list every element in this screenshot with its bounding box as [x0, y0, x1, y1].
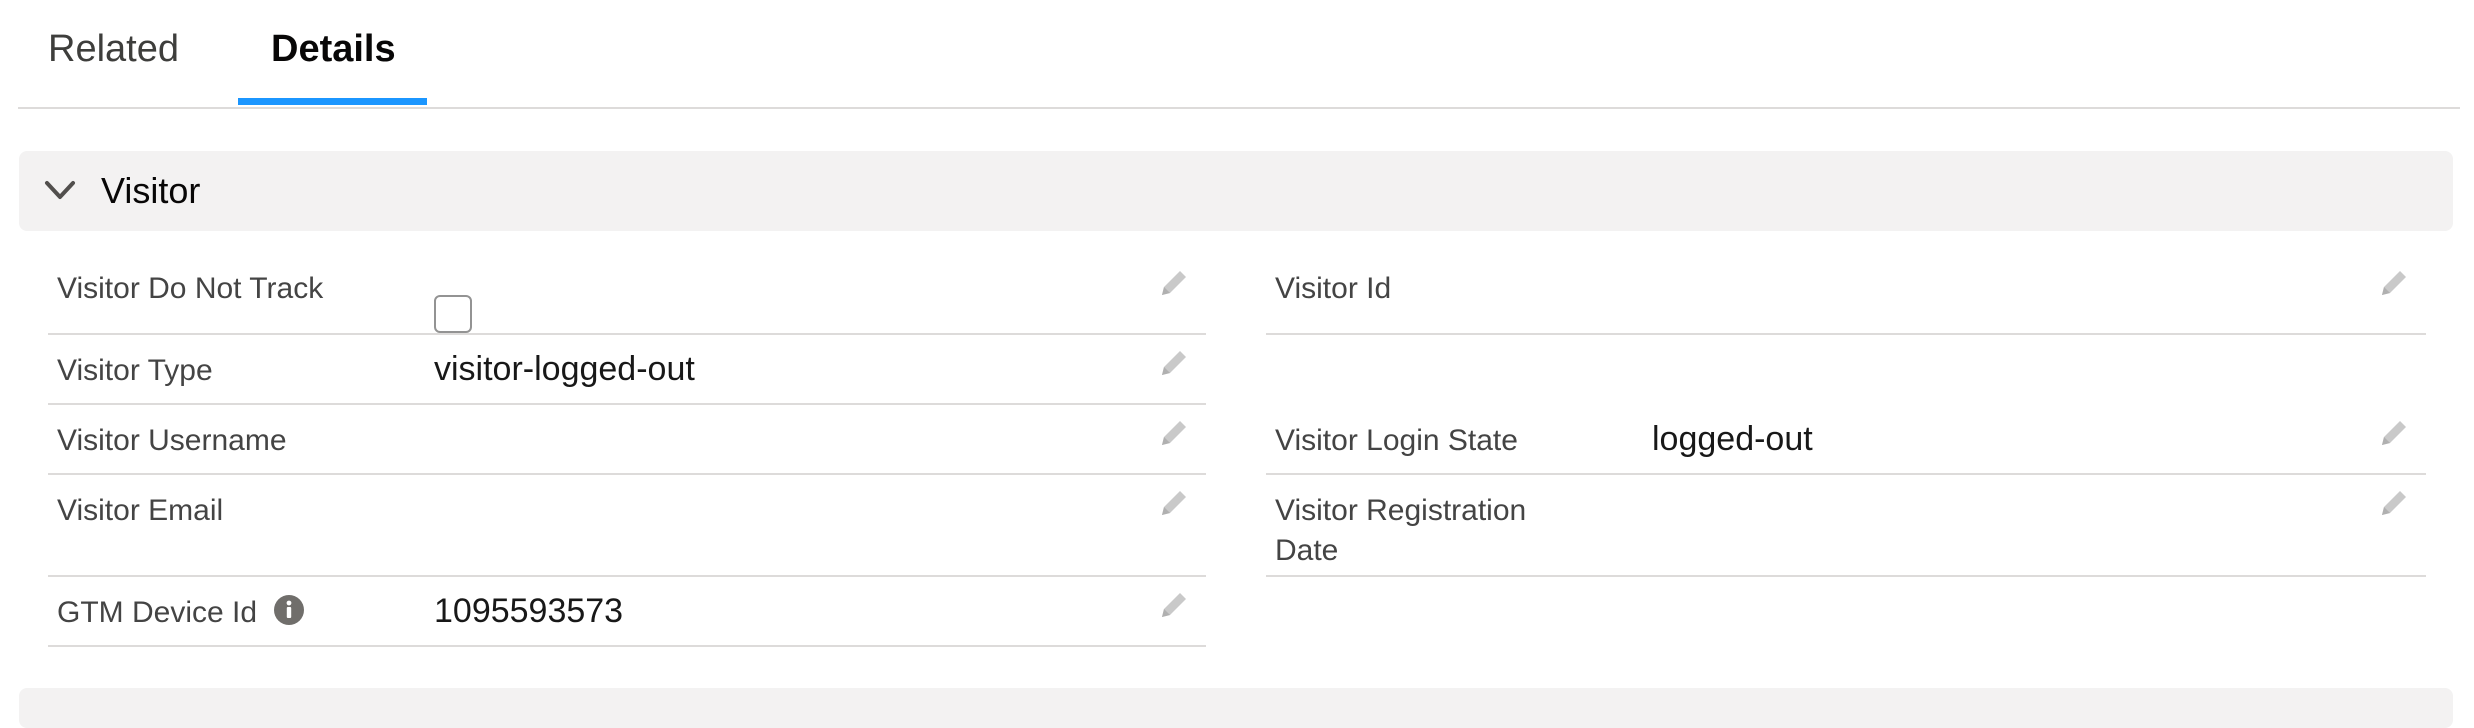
tab-bar: Related Details	[18, 0, 2460, 109]
tab-related[interactable]: Related	[48, 28, 179, 71]
section-title: Visitor	[101, 170, 201, 211]
pencil-icon[interactable]	[1158, 417, 1190, 449]
pencil-icon[interactable]	[2378, 417, 2410, 449]
field-label-line2: Date	[1275, 534, 1339, 567]
field-label: Visitor Id	[1275, 272, 1392, 305]
pencil-icon[interactable]	[1158, 267, 1190, 299]
field-label: Visitor Email	[57, 494, 224, 527]
field-value: 1095593573	[434, 592, 624, 630]
field-label: Visitor Type	[57, 354, 213, 387]
field-visitor-do-not-track: Visitor Do Not Track	[48, 253, 1206, 335]
pencil-icon[interactable]	[2378, 267, 2410, 299]
pencil-icon[interactable]	[1158, 347, 1190, 379]
do-not-track-checkbox[interactable]	[434, 295, 472, 333]
tab-details[interactable]: Details	[271, 28, 396, 71]
field-visitor-id: Visitor Id	[1266, 253, 2426, 335]
pencil-icon[interactable]	[2378, 487, 2410, 519]
field-visitor-username: Visitor Username	[48, 403, 1206, 475]
field-visitor-type: Visitor Type visitor-logged-out	[48, 333, 1206, 405]
field-value: visitor-logged-out	[434, 350, 695, 388]
field-label-line1: Visitor Registration	[1275, 494, 1527, 527]
field-visitor-registration-date: Visitor Registration Date	[1266, 473, 2426, 577]
field-label: Visitor Username	[57, 424, 287, 457]
pencil-icon[interactable]	[1158, 487, 1190, 519]
chevron-down-icon	[45, 181, 75, 199]
section-header-visitor[interactable]: Visitor	[19, 151, 2453, 231]
field-gtm-device-id: GTM Device Id 1095593573	[48, 575, 1206, 647]
info-icon[interactable]	[273, 594, 305, 626]
field-visitor-login-state: Visitor Login State logged-out	[1266, 403, 2426, 475]
field-value: logged-out	[1652, 420, 1813, 458]
field-visitor-email: Visitor Email	[48, 473, 1206, 577]
pencil-icon[interactable]	[1158, 589, 1190, 621]
field-label: Visitor Do Not Track	[57, 272, 324, 305]
next-section-header[interactable]	[19, 688, 2453, 728]
active-tab-indicator	[238, 98, 427, 105]
field-label: GTM Device Id	[57, 596, 258, 629]
field-label: Visitor Login State	[1275, 424, 1518, 457]
